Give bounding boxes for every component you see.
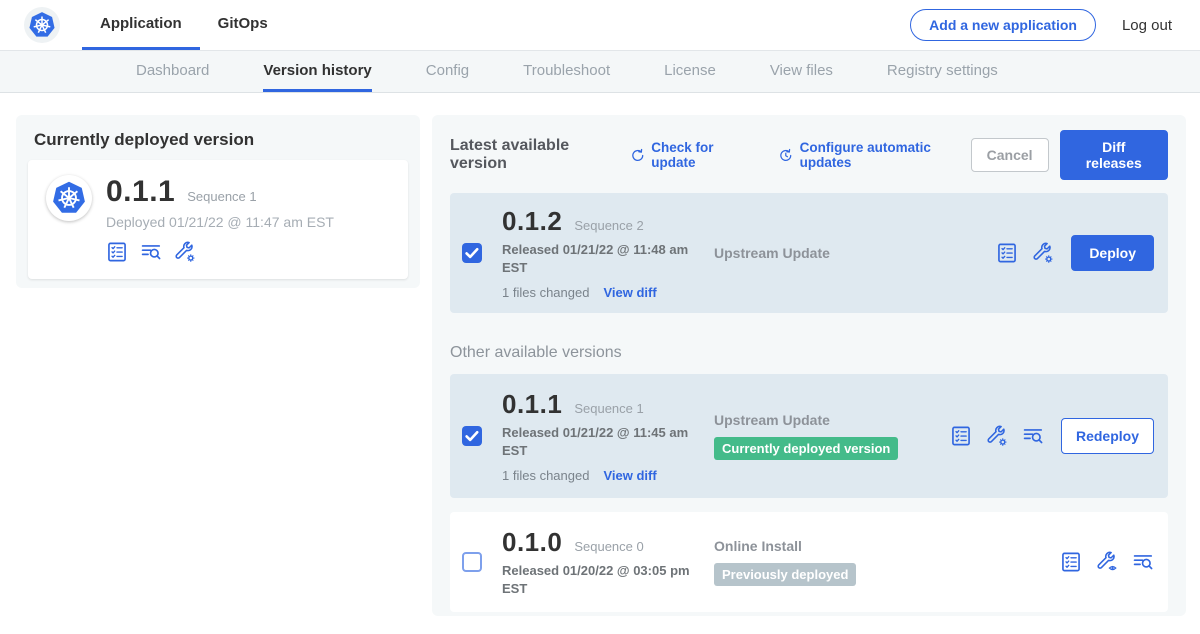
sequence-label: Sequence 1 (574, 401, 643, 416)
version-number: 0.1.0 (502, 527, 562, 558)
auto-update-clock-icon (778, 147, 794, 164)
refresh-icon (630, 147, 646, 164)
subnav-dashboard[interactable]: Dashboard (136, 51, 209, 92)
deployed-timestamp: Deployed 01/21/22 @ 11:47 am EST (106, 214, 334, 230)
tab-gitops-label: GitOps (218, 15, 268, 32)
deploy-button[interactable]: Deploy (1071, 235, 1154, 271)
diff-releases-button[interactable]: Diff releases (1060, 130, 1168, 180)
version-source: Upstream Update Currently deployed versi… (714, 412, 950, 460)
subnav-view-files[interactable]: View files (770, 51, 833, 92)
version-info: 0.1.1 Sequence 1 Released 01/21/22 @ 11:… (502, 389, 714, 482)
tab-application-label: Application (100, 15, 182, 32)
files-changed-label: 1 files changed (502, 285, 589, 300)
add-application-button[interactable]: Add a new application (910, 9, 1096, 41)
config-gear-icon[interactable] (986, 425, 1008, 447)
deployed-sequence-label: Sequence 1 (187, 189, 256, 204)
check-for-update-link[interactable]: Check for update (630, 140, 752, 170)
version-checkbox[interactable] (462, 426, 482, 446)
version-number: 0.1.1 (502, 389, 562, 420)
redeploy-button[interactable]: Redeploy (1061, 418, 1154, 454)
released-timestamp: Released 01/21/22 @ 11:45 am EST (502, 424, 707, 459)
currently-deployed-panel: Currently deployed version 0.1.1 Sequenc… (16, 115, 420, 288)
sequence-label: Sequence 2 (574, 218, 643, 233)
preflight-checks-icon[interactable] (106, 241, 128, 263)
view-diff-link[interactable]: View diff (603, 468, 656, 483)
source-label: Upstream Update (714, 245, 996, 261)
view-diff-link[interactable]: View diff (603, 285, 656, 300)
logout-link[interactable]: Log out (1122, 17, 1172, 34)
deployed-version-number: 0.1.1 (106, 175, 175, 209)
checkmark-icon (462, 243, 482, 263)
header-right: Add a new application Log out (910, 0, 1200, 50)
deployed-version-card: 0.1.1 Sequence 1 Deployed 01/21/22 @ 11:… (28, 160, 408, 279)
config-gear-icon[interactable] (1032, 242, 1054, 264)
version-info: 0.1.2 Sequence 2 Released 01/21/22 @ 11:… (502, 206, 714, 299)
checkmark-icon (462, 426, 482, 446)
subnav-registry-settings[interactable]: Registry settings (887, 51, 998, 92)
subnav-version-history[interactable]: Version history (263, 51, 371, 92)
version-row-0-1-2: 0.1.2 Sequence 2 Released 01/21/22 @ 11:… (450, 193, 1168, 313)
available-versions-header: Latest available version Check for updat… (450, 130, 1168, 180)
app-subnav: Dashboard Version history Config Trouble… (0, 50, 1200, 93)
version-row-0-1-0: 0.1.0 Sequence 0 Released 01/20/22 @ 03:… (450, 512, 1168, 612)
source-label: Upstream Update (714, 412, 950, 428)
released-timestamp: Released 01/20/22 @ 03:05 pm EST (502, 562, 707, 597)
source-label: Online Install (714, 538, 1060, 554)
version-action-icons (950, 425, 1044, 447)
files-changed-label: 1 files changed (502, 468, 589, 483)
preflight-checks-icon[interactable] (1060, 551, 1082, 573)
configure-updates-link[interactable]: Configure automatic updates (778, 140, 971, 170)
version-action-icons (1060, 551, 1154, 573)
view-logs-icon[interactable] (1132, 551, 1154, 573)
version-info: 0.1.0 Sequence 0 Released 01/20/22 @ 03:… (502, 527, 714, 597)
version-number: 0.1.2 (502, 206, 562, 237)
cancel-button[interactable]: Cancel (971, 138, 1049, 172)
check-for-update-label: Check for update (651, 140, 752, 170)
config-view-icon[interactable] (1096, 551, 1118, 573)
version-row-0-1-1: 0.1.1 Sequence 1 Released 01/21/22 @ 11:… (450, 374, 1168, 498)
currently-deployed-badge: Currently deployed version (714, 437, 898, 460)
deployed-version-details: 0.1.1 Sequence 1 Deployed 01/21/22 @ 11:… (106, 175, 334, 263)
subnav-config[interactable]: Config (426, 51, 469, 92)
config-gear-icon[interactable] (174, 241, 196, 263)
subnav-troubleshoot[interactable]: Troubleshoot (523, 51, 610, 92)
deployed-action-icons (106, 241, 334, 263)
version-action-icons (996, 242, 1054, 264)
version-checkbox[interactable] (462, 552, 482, 572)
latest-available-title: Latest available version (450, 137, 616, 173)
subnav-license[interactable]: License (664, 51, 716, 92)
version-checkbox[interactable] (462, 243, 482, 263)
configure-updates-label: Configure automatic updates (800, 140, 971, 170)
version-source: Online Install Previously deployed (714, 538, 1060, 586)
other-versions-title: Other available versions (450, 344, 1168, 362)
kubernetes-logo-icon (24, 7, 60, 43)
view-logs-icon[interactable] (1022, 425, 1044, 447)
top-nav-tabs: Application GitOps (82, 0, 286, 50)
available-versions-panel: Latest available version Check for updat… (432, 115, 1186, 616)
tab-gitops[interactable]: GitOps (200, 0, 286, 50)
top-header: Application GitOps Add a new application… (0, 0, 1200, 50)
view-logs-icon[interactable] (140, 241, 162, 263)
kubernetes-app-icon (46, 175, 92, 221)
previously-deployed-badge: Previously deployed (714, 563, 856, 586)
app-brand (24, 0, 60, 50)
version-source: Upstream Update (714, 245, 996, 261)
released-timestamp: Released 01/21/22 @ 11:48 am EST (502, 241, 707, 276)
tab-application[interactable]: Application (82, 0, 200, 50)
currently-deployed-title: Currently deployed version (16, 115, 420, 160)
sequence-label: Sequence 0 (574, 539, 643, 554)
preflight-checks-icon[interactable] (950, 425, 972, 447)
preflight-checks-icon[interactable] (996, 242, 1018, 264)
